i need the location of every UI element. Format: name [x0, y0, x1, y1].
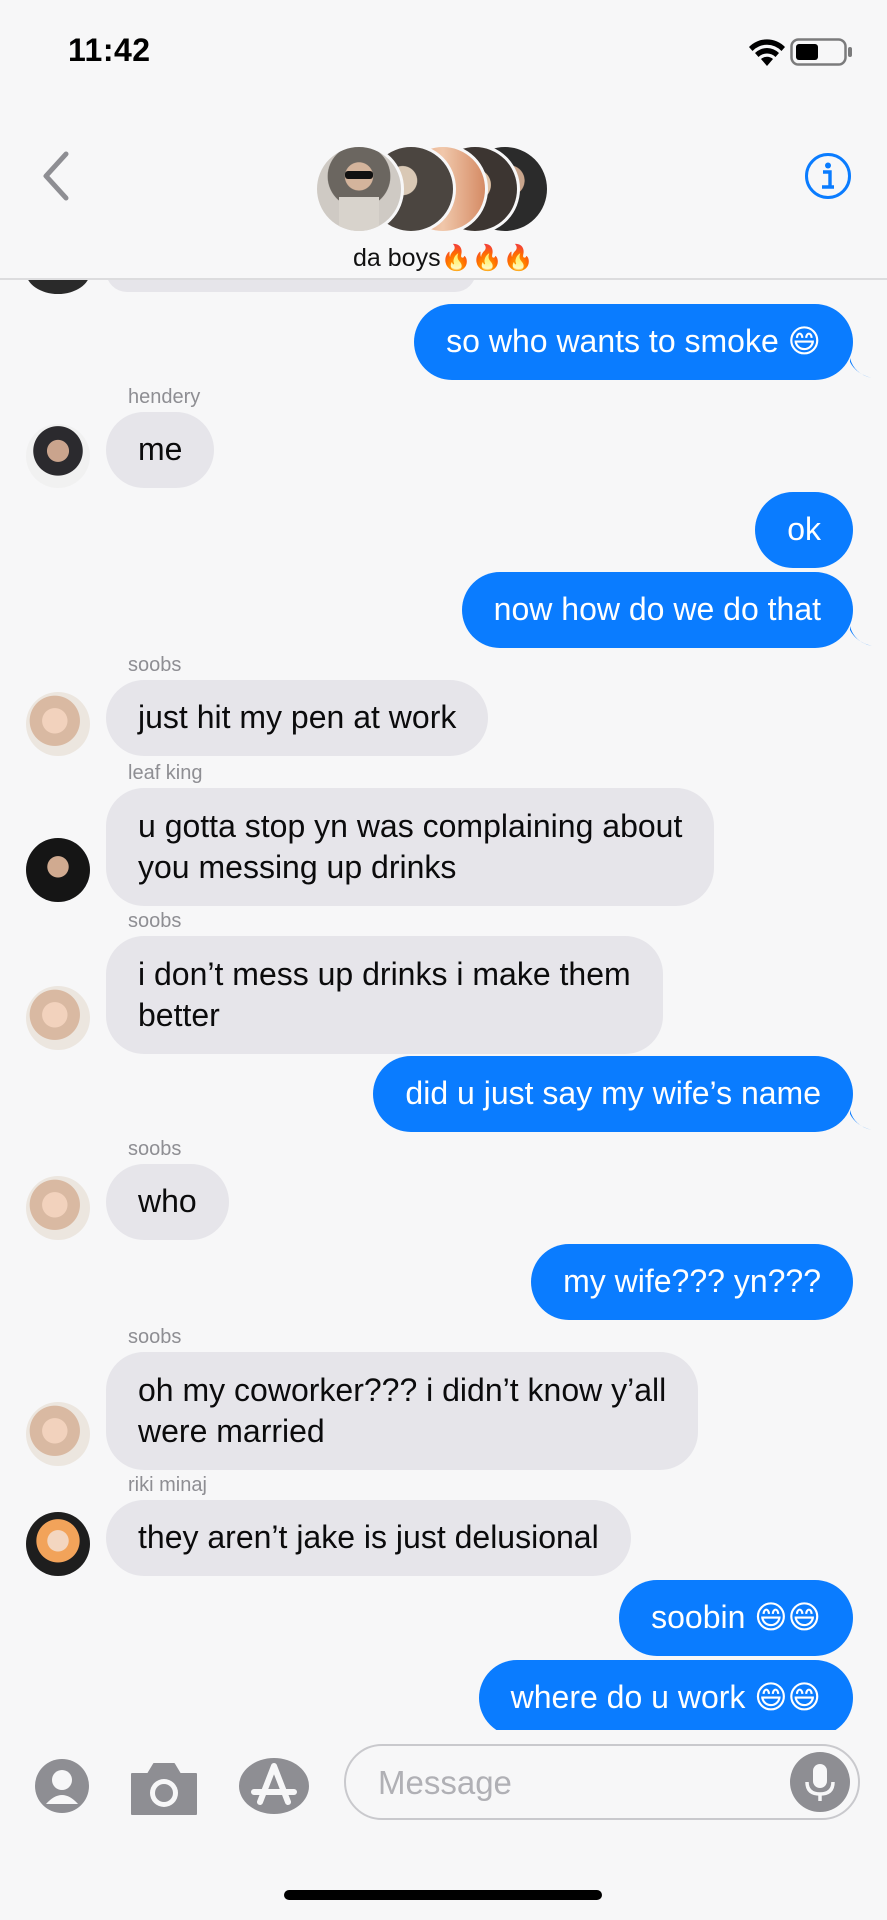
- outgoing-message[interactable]: so who wants to smoke 😄: [414, 304, 853, 380]
- message-line: oh my coworker??? i didn’t know y’all: [138, 1372, 667, 1408]
- avatar[interactable]: [26, 986, 90, 1050]
- outgoing-message[interactable]: where do u work 😄😄: [478, 1660, 853, 1730]
- app-store-icon[interactable]: [238, 1756, 312, 1816]
- bubble-tail: [850, 358, 872, 378]
- message-line: i don’t mess up drinks i make them: [138, 956, 631, 992]
- camera-icon[interactable]: [128, 1760, 200, 1816]
- message-input[interactable]: [376, 1762, 780, 1804]
- status-bar: 11:42: [0, 0, 887, 100]
- outgoing-message[interactable]: soobin 😄😄: [619, 1580, 853, 1656]
- conversation-header: da boys🔥🔥🔥: [0, 100, 887, 280]
- avatar[interactable]: [26, 692, 90, 756]
- outgoing-message[interactable]: did u just say my wife’s name: [373, 1056, 853, 1132]
- incoming-message[interactable]: me: [106, 412, 215, 488]
- bubble-tail: [850, 1110, 872, 1130]
- sender-name: soobs: [128, 1138, 182, 1160]
- group-avatar: [314, 144, 404, 234]
- message-line: you messing up drinks: [138, 849, 457, 885]
- avatar[interactable]: [26, 1402, 90, 1466]
- sender-name: leaf king: [128, 762, 203, 784]
- incoming-message[interactable]: who: [106, 1164, 229, 1240]
- message-field[interactable]: [344, 1744, 860, 1820]
- outgoing-message[interactable]: ok: [755, 492, 853, 568]
- microphone-button[interactable]: [790, 1752, 850, 1812]
- wifi-icon: [749, 39, 785, 66]
- avatar[interactable]: [26, 1512, 90, 1576]
- microphone-icon: [805, 1764, 835, 1801]
- sender-name: soobs: [128, 910, 182, 932]
- incoming-message[interactable]: just hit my pen at work: [106, 680, 489, 756]
- status-time: 11:42: [68, 32, 151, 68]
- message-bubble-partial[interactable]: [106, 280, 476, 292]
- group-avatar-stack[interactable]: [314, 144, 550, 234]
- sender-name: hendery: [128, 386, 201, 408]
- message-line: were married: [138, 1413, 325, 1449]
- message-line: better: [138, 997, 220, 1033]
- outgoing-message[interactable]: my wife??? yn???: [531, 1244, 853, 1320]
- message-line: u gotta stop yn was complaining about: [138, 808, 683, 844]
- home-indicator[interactable]: [284, 1890, 602, 1900]
- avatar[interactable]: [26, 1176, 90, 1240]
- sender-name: soobs: [128, 654, 182, 676]
- avatar[interactable]: [26, 838, 90, 902]
- message-thread[interactable]: so who wants to smoke 😄 hendery me ok no…: [0, 280, 887, 1730]
- incoming-message[interactable]: they aren’t jake is just delusional: [106, 1500, 631, 1576]
- contact-icon[interactable]: [34, 1758, 90, 1814]
- incoming-message[interactable]: oh my coworker??? i didn’t know y’all we…: [106, 1352, 699, 1470]
- info-icon[interactable]: [804, 152, 852, 200]
- back-chevron-icon[interactable]: [38, 150, 74, 202]
- sender-name: riki minaj: [128, 1474, 207, 1496]
- battery-icon: [790, 38, 852, 66]
- bubble-tail: [850, 626, 872, 646]
- sender-name: soobs: [128, 1326, 182, 1348]
- avatar[interactable]: [26, 424, 90, 488]
- avatar: [26, 280, 90, 294]
- compose-bar: [0, 1730, 887, 1840]
- incoming-message[interactable]: i don’t mess up drinks i make them bette…: [106, 936, 663, 1054]
- incoming-message[interactable]: u gotta stop yn was complaining about yo…: [106, 788, 715, 906]
- group-name[interactable]: da boys🔥🔥🔥: [0, 244, 887, 273]
- outgoing-message[interactable]: now how do we do that: [461, 572, 853, 648]
